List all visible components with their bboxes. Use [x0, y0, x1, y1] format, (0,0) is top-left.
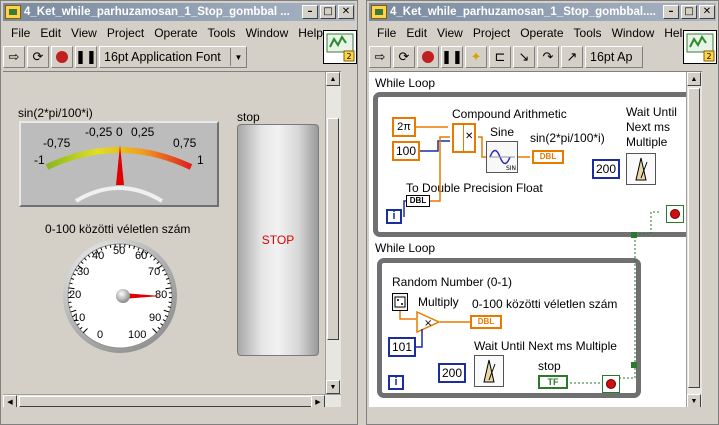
step-over-icon[interactable]: ↷ [537, 46, 559, 68]
meter-indicator: -1 -0,75 -0,25 0 0,25 0,75 1 [19, 121, 219, 207]
block-diagram-menubar: File Edit View Project Operate Tools Win… [369, 23, 716, 43]
menu-tools[interactable]: Tools [203, 26, 241, 40]
font-selector[interactable]: 16pt Application Font ▼ [99, 46, 247, 68]
front-panel-hscroll[interactable]: ◀ ▶ [3, 394, 341, 407]
svg-text:2: 2 [346, 52, 351, 61]
menu-view[interactable]: View [432, 26, 468, 40]
meter-tick: 0 [116, 125, 123, 139]
stop-button[interactable]: STOP [237, 124, 319, 356]
menu-file[interactable]: File [3, 26, 35, 40]
stop-label: stop [237, 110, 260, 124]
labview-app-icon [5, 5, 21, 19]
pause-icon[interactable]: ❚❚ [441, 46, 463, 68]
retain-wire-values-icon[interactable]: ⊏ [489, 46, 511, 68]
meter-tick: -0,25 [85, 125, 113, 139]
labview-app-icon [371, 5, 387, 19]
block-diagram-title: 4_Ket_while_parhuzamosan_1_Stop_gombbal.… [390, 6, 656, 18]
front-panel-menubar: File Edit View Project Operate Tools Win… [3, 23, 355, 43]
gauge-tick: 10 [73, 312, 86, 324]
font-selector-value: 16pt Application Font [104, 50, 221, 64]
gauge-tick-mark [128, 244, 131, 248]
run-arrow-icon[interactable]: ⇨ [3, 46, 25, 68]
highlight-execution-icon[interactable]: ✦ [465, 46, 487, 68]
step-into-icon[interactable]: ↘ [513, 46, 535, 68]
meter-tick: 0,25 [131, 125, 155, 139]
run-continuously-icon[interactable]: ⟳ [27, 46, 49, 68]
close-button[interactable]: ✕ [338, 5, 354, 19]
menu-window[interactable]: Window [607, 26, 660, 40]
front-panel-vscroll[interactable]: ▲ ▼ [325, 72, 341, 394]
front-panel-titlebar[interactable]: 4_Ket_while_parhuzamosan_1_Stop_gombbal … [3, 3, 355, 21]
menu-file[interactable]: File [369, 26, 401, 40]
gauge-tick: 30 [77, 266, 90, 278]
stop-button-text: STOP [261, 233, 295, 247]
gauge-tick: 60 [135, 250, 148, 262]
scroll-up-button[interactable]: ▲ [687, 72, 701, 86]
menu-project[interactable]: Project [102, 26, 149, 40]
front-panel-canvas: sin(2*pi/100*i) -1 -0,75 -0,25 0 0,25 0,… [3, 71, 341, 407]
gauge-tick-mark [109, 244, 112, 248]
block-diagram-toolbar: ⇨ ⟳ ❚❚ ✦ ⊏ ↘ ↷ ↗ 16pt Ap [369, 44, 643, 70]
gauge-tick: 70 [148, 266, 161, 278]
step-out-icon[interactable]: ↗ [561, 46, 583, 68]
menu-edit[interactable]: Edit [35, 26, 66, 40]
minimize-button[interactable]: – [302, 5, 318, 19]
svg-text:2: 2 [706, 52, 711, 61]
block-diagram-window: 4_Ket_while_parhuzamosan_1_Stop_gombbal.… [366, 0, 719, 425]
menu-project[interactable]: Project [468, 26, 515, 40]
scroll-left-button[interactable]: ◀ [3, 395, 17, 407]
menu-operate[interactable]: Operate [515, 26, 568, 40]
gauge-tick: 50 [113, 245, 126, 257]
run-continuously-icon[interactable]: ⟳ [393, 46, 415, 68]
gauge-indicator: 0 10 20 30 40 50 60 70 80 90 100 [61, 237, 179, 355]
scroll-right-button[interactable]: ▶ [311, 395, 325, 407]
scroll-up-button[interactable]: ▲ [326, 72, 340, 86]
gauge-tick: 90 [149, 312, 162, 324]
menu-edit[interactable]: Edit [401, 26, 432, 40]
meter-label: sin(2*pi/100*i) [18, 106, 93, 120]
maximize-button[interactable]: □ [320, 5, 336, 19]
font-selector-value: 16pt Ap [590, 50, 633, 64]
vi-icon: 2 [683, 30, 717, 64]
chevron-down-icon: ▼ [230, 48, 246, 66]
menu-view[interactable]: View [66, 26, 102, 40]
gauge-tick: 20 [69, 289, 82, 301]
gauge-tick: 40 [92, 250, 105, 262]
meter-tick: -1 [34, 153, 45, 167]
run-arrow-icon[interactable]: ⇨ [369, 46, 391, 68]
meter-tick: 1 [197, 153, 204, 167]
minimize-button[interactable]: – [663, 5, 679, 19]
front-panel-toolbar: ⇨ ⟳ ❚❚ 16pt Application Font ▼ [3, 44, 247, 70]
gauge-label: 0-100 közötti véletlen szám [45, 222, 191, 236]
scroll-down-button[interactable]: ▼ [687, 394, 701, 407]
block-diagram-vscroll[interactable]: ▲ ▼ [686, 72, 702, 407]
menu-operate[interactable]: Operate [149, 26, 202, 40]
abort-icon[interactable] [417, 46, 439, 68]
front-panel-window: 4_Ket_while_parhuzamosan_1_Stop_gombbal … [0, 0, 358, 425]
meter-needle [116, 145, 124, 185]
meter-tick: 0,75 [173, 136, 197, 150]
front-panel-title: 4_Ket_while_parhuzamosan_1_Stop_gombbal … [24, 6, 290, 18]
scroll-thumb[interactable] [688, 88, 700, 388]
abort-icon[interactable] [51, 46, 73, 68]
block-diagram-titlebar[interactable]: 4_Ket_while_parhuzamosan_1_Stop_gombbal.… [369, 3, 716, 21]
font-selector[interactable]: 16pt Ap [585, 46, 643, 68]
close-button[interactable]: ✕ [699, 5, 715, 19]
scroll-thumb[interactable] [327, 118, 339, 340]
scroll-down-button[interactable]: ▼ [326, 380, 340, 394]
gauge-tick-mark [69, 306, 73, 308]
gauge-tick: 100 [128, 329, 147, 341]
gauge-tick: 0 [97, 329, 104, 341]
block-diagram-canvas: While Loop 2π 100 Compound Arithmetic ✕ … [369, 71, 702, 407]
gauge-tick: 80 [155, 289, 168, 301]
maximize-button[interactable]: □ [681, 5, 697, 19]
gauge-tick-mark [167, 306, 171, 308]
meter-tick: -0,75 [43, 136, 71, 150]
pause-icon[interactable]: ❚❚ [75, 46, 97, 68]
hscroll-thumb[interactable] [19, 396, 319, 407]
menu-window[interactable]: Window [241, 26, 294, 40]
shared-stop-wire [619, 211, 659, 379]
vi-icon: 2 [323, 30, 357, 64]
menu-tools[interactable]: Tools [569, 26, 607, 40]
